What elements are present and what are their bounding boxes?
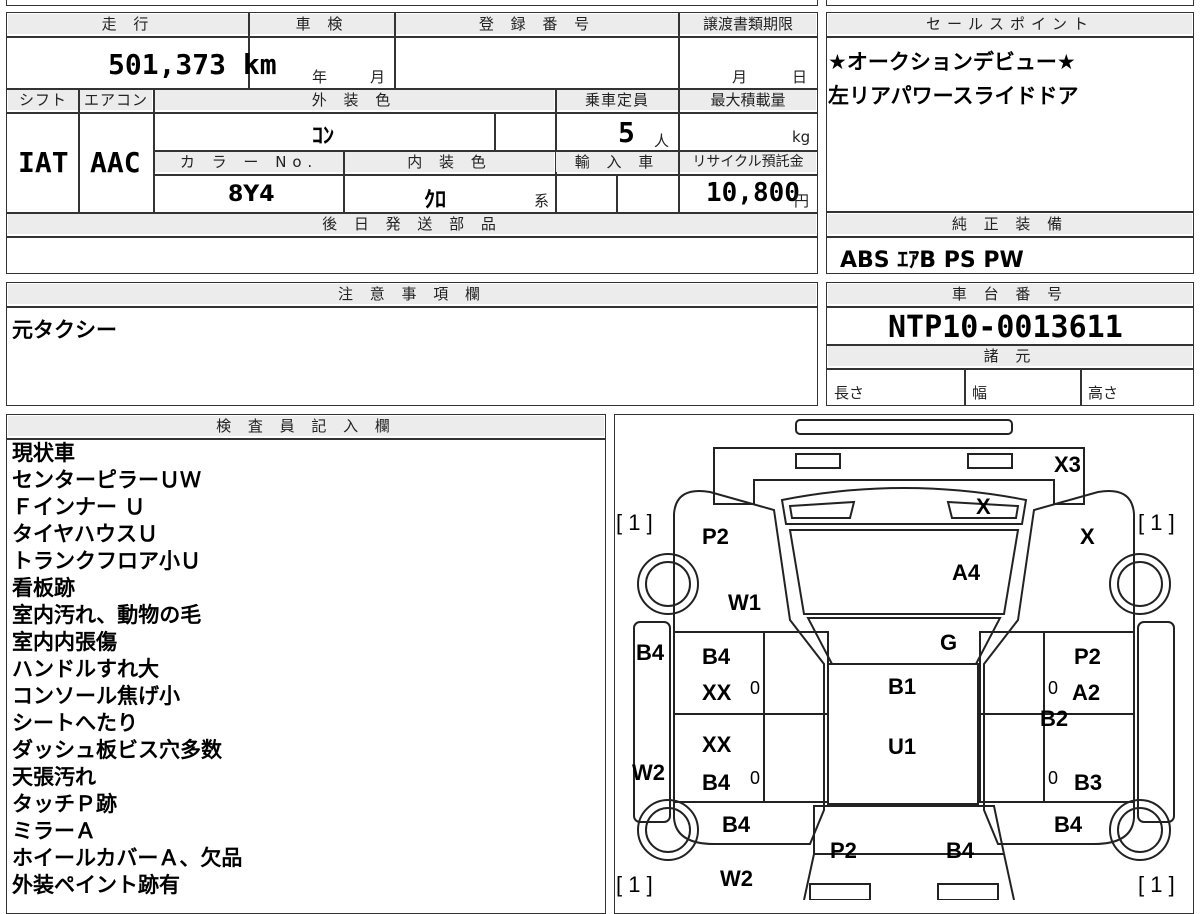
damage-b4-front-left-door: B4 [702, 644, 731, 669]
spec-length-label: 長さ [834, 384, 865, 402]
notes-value: 元タクシー [12, 318, 117, 342]
max-load-header: 最大積載量 [680, 90, 816, 110]
recycle-header: リサイクル預託金 [680, 152, 816, 172]
inspector-note: タッチＰ跡 [12, 792, 117, 816]
inspector-note: Ｆインナー Ｕ [12, 495, 146, 519]
damage-b2: B2 [1040, 706, 1069, 731]
tire-rear-left-count: [ 1 ] [616, 872, 653, 897]
deadline-day-unit: 日 [792, 68, 808, 86]
damage-x-windshield: X [976, 494, 991, 519]
inspector-note: 外装ペイント跡有 [12, 873, 180, 897]
inspector-note: 現状車 [12, 441, 75, 465]
inspection-header: 車 検 [250, 14, 394, 34]
damage-u1-roof: U1 [888, 734, 917, 759]
interior-color-suffix: 系 [534, 192, 550, 210]
sales-point-header: セールスポイント [828, 14, 1192, 34]
capacity-value: 5 [618, 116, 635, 149]
tire-front-left-count: [ 1 ] [616, 510, 653, 535]
chassis-value: NTP10-0013611 [888, 310, 1123, 345]
mileage-value: 501,373 km [108, 48, 277, 81]
damage-b4-rear-right-fender: B4 [1054, 812, 1083, 837]
damage-p2-left-fender: P2 [702, 524, 729, 549]
aircon-value: AAC [90, 146, 141, 179]
damage-b4-left-side: B4 [636, 640, 665, 665]
mileage-header: 走 行 [8, 14, 248, 34]
sales-point-line-2: 左リアパワースライドドア [828, 84, 1079, 108]
inspector-note: ハンドルすれ大 [12, 657, 159, 681]
tire-rear-right-count: [ 1 ] [1138, 872, 1175, 897]
damage-p2-rear: P2 [830, 838, 857, 863]
aircon-header: エアコン [80, 90, 152, 110]
yen-unit: 円 [794, 192, 810, 210]
damage-b4-rear-left-door: B4 [702, 770, 731, 795]
car-outline-diagram [633, 419, 1175, 900]
damage-w2-rear: W2 [720, 866, 753, 891]
specs-header: 諸 元 [828, 346, 1192, 366]
spec-height-label: 高さ [1088, 384, 1119, 402]
capacity-header: 乗車定員 [556, 90, 678, 110]
damage-x-right-fender: X [1080, 524, 1095, 549]
capacity-unit: 人 [654, 132, 670, 150]
inspector-note: 室内汚れ、動物の毛 [12, 603, 202, 627]
import-header: 輸 入 車 [556, 152, 678, 172]
shift-header: シフト [8, 90, 78, 110]
top-strip-right [826, 0, 1194, 6]
damage-w2-left-side: W2 [632, 760, 665, 785]
inspector-notes-list: 現状車 センターピラーＵＷ Ｆインナー Ｕ タイヤハウスＵ トランクフロア小Ｕ … [12, 440, 242, 899]
damage-zero-3: 0 [750, 768, 761, 788]
damage-g: G [940, 630, 958, 655]
damage-a2-front-right-door: A2 [1072, 680, 1101, 705]
damage-xx-front-left-door: XX [702, 680, 732, 705]
inspector-note: トランクフロア小Ｕ [12, 549, 201, 573]
notes-header: 注 意 事 項 欄 [8, 284, 816, 304]
damage-zero-1: 0 [750, 678, 761, 698]
tire-front-right-count: [ 1 ] [1138, 510, 1175, 535]
interior-color-value: ｸﾛ [424, 188, 447, 213]
recycle-value: 10,800 [706, 178, 800, 208]
color-no-header: カ ラ ー No. [155, 152, 343, 172]
shift-value: IAT [18, 146, 69, 179]
inspector-note: 室内内張傷 [12, 630, 117, 654]
inspector-note: シートへたり [12, 711, 138, 735]
color-no-value: 8Y4 [228, 182, 275, 207]
inspector-note: 看板跡 [12, 576, 75, 600]
registration-header: 登 録 番 号 [396, 14, 678, 34]
later-parts-header: 後 日 発 送 部 品 [8, 214, 816, 234]
damage-b1-roof: B1 [888, 674, 917, 699]
inspector-header: 検 査 員 記 入 欄 [8, 416, 604, 436]
exterior-color-header: 外 装 色 [154, 90, 554, 110]
inspector-note: ミラーＡ [12, 819, 96, 843]
damage-b4-rear: B4 [946, 838, 975, 863]
damage-zero-4: 0 [1048, 768, 1059, 788]
load-unit: kg [792, 128, 811, 146]
transfer-deadline-header: 譲渡書類期限 [680, 14, 816, 34]
deadline-month-unit: 月 [732, 68, 748, 86]
sales-point-box [826, 12, 1194, 212]
exterior-color-value: ｺﾝ [312, 124, 335, 149]
damage-xx-rear-left-door: XX [702, 732, 732, 757]
inspector-note: 天張汚れ [12, 765, 96, 789]
inspector-note: タイヤハウスＵ [12, 522, 158, 546]
damage-b3-rear-right-door: B3 [1074, 770, 1103, 795]
spec-width-label: 幅 [972, 384, 988, 402]
inspector-note: コンソール焦げ小 [12, 684, 180, 708]
damage-zero-2: 0 [1048, 678, 1059, 698]
damage-a4-hood: A4 [952, 560, 981, 585]
damage-x3: X3 [1054, 452, 1081, 477]
inspection-year-unit: 年 [312, 68, 328, 86]
chassis-header: 車 台 番 号 [828, 284, 1192, 304]
genuine-equipment-value: ABS ｴｱB PS PW [840, 248, 1024, 273]
damage-w1: W1 [728, 590, 761, 615]
sales-point-line-1: ★オークションデビュー★ [828, 50, 1076, 74]
damage-b4-rear-left-fender: B4 [722, 812, 751, 837]
inspector-note: ダッシュ板ビス穴多数 [12, 738, 222, 762]
genuine-equipment-header: 純 正 装 備 [828, 214, 1192, 234]
interior-color-header: 内 装 色 [345, 152, 554, 172]
top-strip [6, 0, 818, 6]
damage-p2-front-right-door: P2 [1074, 644, 1101, 669]
inspector-note: ホイールカバーＡ、欠品 [12, 846, 243, 870]
inspection-month-unit: 月 [370, 68, 386, 86]
inspector-note: センターピラーＵＷ [12, 468, 201, 492]
